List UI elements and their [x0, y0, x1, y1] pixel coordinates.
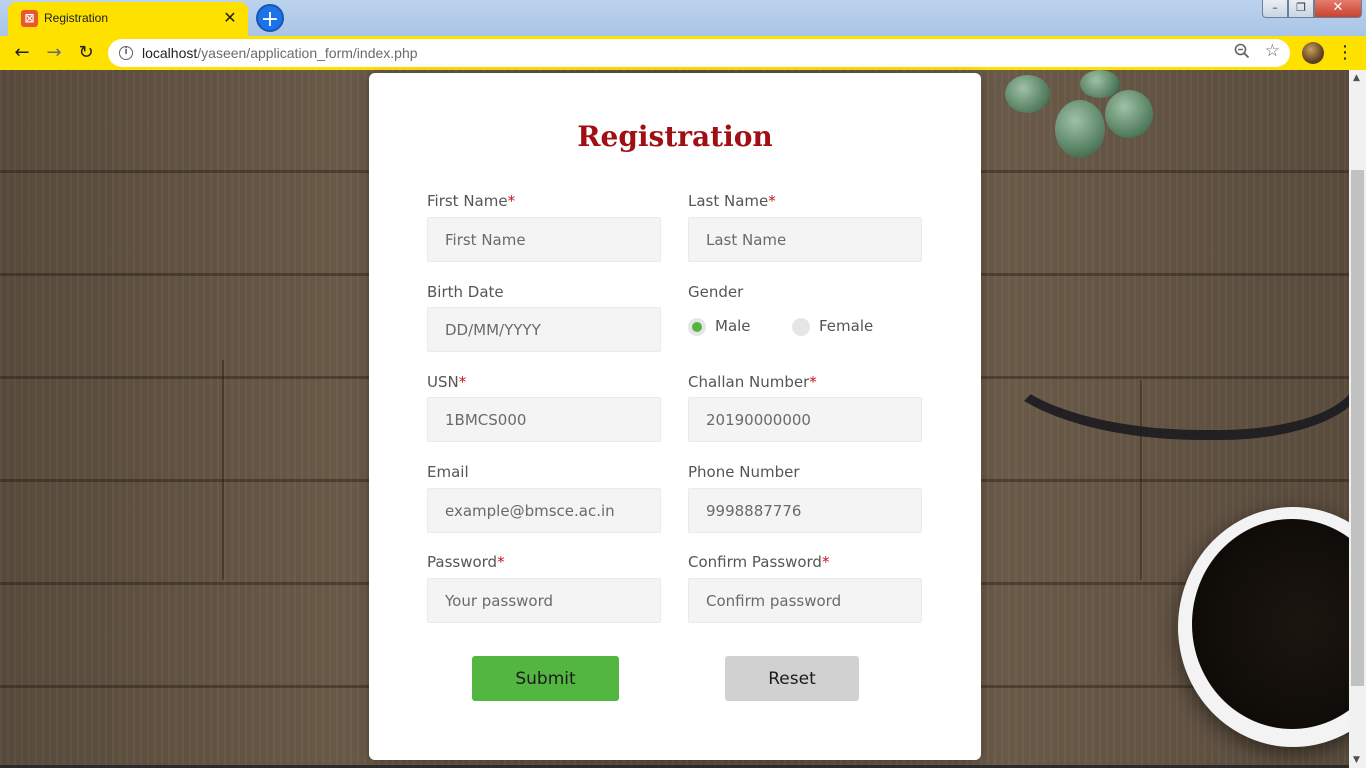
- forward-button[interactable]: →: [42, 41, 66, 65]
- new-tab-button[interactable]: +: [256, 4, 284, 32]
- radio-checked-icon[interactable]: [688, 318, 706, 336]
- password-input[interactable]: [427, 578, 661, 623]
- browser-menu-icon[interactable]: ⋮: [1336, 41, 1354, 65]
- window-maximize-button[interactable]: ❐: [1288, 0, 1314, 18]
- gender-radio-group: Male Female: [688, 316, 948, 338]
- address-bar[interactable]: i localhost/yaseen/application_form/inde…: [108, 39, 1290, 67]
- last-name-input[interactable]: [688, 217, 922, 262]
- last-name-label: Last Name*: [688, 192, 776, 210]
- zoom-icon[interactable]: [1234, 43, 1250, 63]
- usn-input[interactable]: [427, 397, 661, 442]
- browser-toolbar: ← → ↻ i localhost/yaseen/application_for…: [0, 36, 1366, 70]
- site-info-icon[interactable]: i: [119, 46, 133, 60]
- back-button[interactable]: ←: [10, 41, 34, 65]
- challan-number-label: Challan Number*: [688, 373, 817, 391]
- page-scrollbar[interactable]: ▲ ▼: [1349, 70, 1366, 768]
- scroll-down-arrow-icon[interactable]: ▼: [1353, 755, 1360, 765]
- form-title: Registration: [577, 120, 773, 153]
- browser-titlebar: ⊠ Registration ✕ + – ❐ ✕: [0, 0, 1366, 36]
- email-label: Email: [427, 463, 469, 481]
- scroll-up-arrow-icon[interactable]: ▲: [1353, 73, 1360, 83]
- first-name-input[interactable]: [427, 217, 661, 262]
- profile-avatar[interactable]: [1302, 42, 1324, 64]
- scrollbar-thumb[interactable]: [1351, 170, 1364, 686]
- url-path: /yaseen/application_form/index.php: [197, 45, 418, 61]
- coffee-cup-image: [1178, 507, 1349, 747]
- reload-button[interactable]: ↻: [74, 41, 98, 65]
- phone-number-label: Phone Number: [688, 463, 800, 481]
- bookmark-star-icon[interactable]: ☆: [1265, 41, 1280, 61]
- browser-tab[interactable]: ⊠ Registration ✕: [8, 2, 248, 36]
- registration-form-card: Registration First Name* Last Name* Birt…: [369, 73, 981, 760]
- window-close-button[interactable]: ✕: [1314, 0, 1362, 18]
- phone-number-input[interactable]: [688, 488, 922, 533]
- gender-male-label: Male: [715, 317, 751, 335]
- birth-date-input[interactable]: [427, 307, 661, 352]
- url-text[interactable]: localhost/yaseen/application_form/index.…: [142, 45, 418, 61]
- submit-button[interactable]: Submit: [472, 656, 619, 701]
- email-input[interactable]: [427, 488, 661, 533]
- password-label: Password*: [427, 553, 505, 571]
- confirm-password-input[interactable]: [688, 578, 922, 623]
- first-name-label: First Name*: [427, 192, 516, 210]
- wood-plank-seam: [222, 360, 224, 580]
- usn-label: USN*: [427, 373, 467, 391]
- gender-label: Gender: [688, 283, 744, 301]
- reset-button[interactable]: Reset: [725, 656, 859, 701]
- radio-unchecked-icon[interactable]: [792, 318, 810, 336]
- confirm-password-label: Confirm Password*: [688, 553, 830, 571]
- birth-date-label: Birth Date: [427, 283, 504, 301]
- succulent-plant-image: [985, 70, 1155, 180]
- xampp-favicon-icon: ⊠: [21, 10, 38, 27]
- challan-number-input[interactable]: [688, 397, 922, 442]
- window-minimize-button[interactable]: –: [1262, 0, 1288, 18]
- url-host: localhost: [142, 45, 198, 61]
- eyeglasses-image: [985, 280, 1349, 440]
- tab-close-icon[interactable]: ✕: [220, 8, 240, 28]
- tab-title: Registration: [44, 11, 109, 25]
- gender-female-label: Female: [819, 317, 874, 335]
